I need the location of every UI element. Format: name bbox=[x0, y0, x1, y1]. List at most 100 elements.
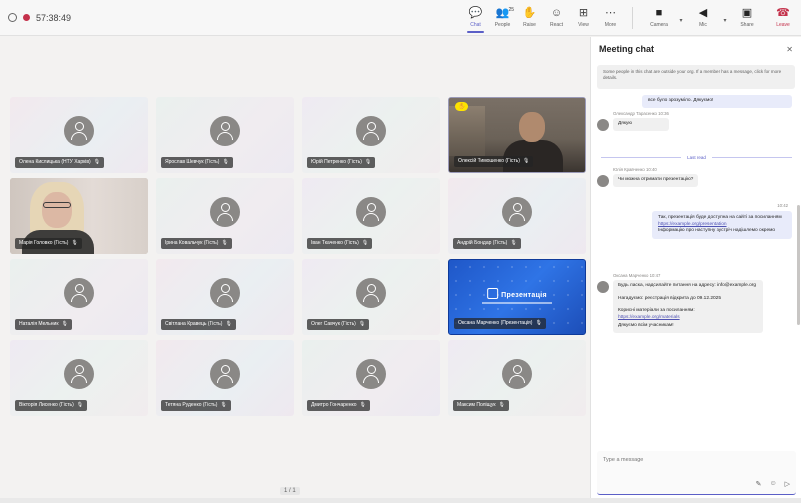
message-bubble: Чи можна отримати презентацію? bbox=[613, 174, 699, 187]
avatar bbox=[597, 175, 609, 187]
message-item: Оксана Марченко 10:47 Будь ласка, надсил… bbox=[597, 273, 763, 333]
meeting-info: 57:38:49 bbox=[0, 13, 450, 23]
mic-off-icon: 🎙 bbox=[361, 240, 369, 246]
grid-icon: ⊞ bbox=[578, 6, 589, 19]
avatar bbox=[597, 119, 609, 131]
mic-off-icon: 🎙 bbox=[498, 402, 505, 408]
raised-hand-icon: ✋ bbox=[455, 102, 469, 111]
avatar-icon bbox=[64, 278, 94, 308]
participant-tile[interactable]: Юрій Петренко (Гість) 🎙 bbox=[302, 97, 440, 173]
avatar-icon bbox=[356, 116, 386, 146]
message-item: Юлія Кравченко 10:40 Чи можна отримати п… bbox=[597, 167, 699, 187]
mic-off-icon: 🎙 bbox=[535, 320, 542, 326]
emoji-icon[interactable]: ☺ bbox=[769, 480, 776, 488]
mic-off-icon: 🎙 bbox=[61, 321, 68, 327]
mic-off-icon: 🎙 bbox=[510, 240, 517, 246]
avatar-icon bbox=[210, 278, 240, 308]
mic-off-icon: 🎙 bbox=[225, 321, 232, 327]
participant-tile[interactable]: Наталія Мельник 🎙 bbox=[10, 259, 148, 335]
view-button[interactable]: ⊞ View bbox=[570, 0, 597, 36]
participant-tile[interactable]: Максим Поліщук 🎙 bbox=[448, 340, 586, 416]
participant-tile[interactable]: Вікторія Лисенко (Гість) 🎙 bbox=[10, 340, 148, 416]
more-icon: ⋯ bbox=[605, 6, 616, 19]
chat-title: Meeting chat bbox=[599, 44, 655, 54]
participant-name: Тетяна Руденко (Гість) 🎙 bbox=[161, 400, 231, 411]
participant-name: Оксана Марченко (Презентація) 🎙 bbox=[454, 318, 546, 329]
page-indicator[interactable]: 1 / 1 bbox=[280, 487, 300, 495]
participant-name: Андрій Бондар (Гість) 🎙 bbox=[453, 238, 521, 249]
more-button[interactable]: ⋯ More bbox=[597, 0, 624, 36]
avatar-icon bbox=[356, 278, 386, 308]
avatar-icon bbox=[210, 359, 240, 389]
message-input[interactable] bbox=[597, 451, 796, 469]
meeting-chat-panel: Meeting chat ✕ Some people in this chat … bbox=[590, 37, 801, 503]
participant-name: Марія Головко (Гість) 🎙 bbox=[15, 238, 82, 249]
people-button[interactable]: 👥 25 People bbox=[489, 0, 516, 36]
message-bubble: Так, презентація буде доступна на сайті … bbox=[652, 211, 792, 239]
participant-name: Ярослав Шевчук (Гість) 🎙 bbox=[161, 157, 233, 168]
mic-off-icon: 🎙 bbox=[93, 159, 101, 165]
video-stage: Олена Кислицька (НТУ Харків) 🎙 Ярослав Ше… bbox=[0, 37, 590, 503]
avatar-icon bbox=[64, 116, 94, 146]
message-list[interactable]: все було зрозуміло. Дякуємо! Олександр Т… bbox=[591, 95, 801, 443]
participant-name: Олег Савчук (Гість) 🎙 bbox=[307, 319, 370, 330]
share-button[interactable]: ▣ Share bbox=[729, 0, 765, 36]
participant-name: Олексій Тимошенко (Гість) 🎙 bbox=[454, 156, 534, 167]
window-bottom-edge bbox=[0, 498, 801, 503]
compose-box: ✎ ☺ ▷ bbox=[597, 451, 796, 495]
participant-name: Наталія Мельник 🎙 bbox=[15, 319, 72, 330]
meeting-controls: 💬 Chat 👥 25 People ✋ Raise ☺ React ⊞ Vie… bbox=[450, 0, 801, 36]
participant-tile[interactable]: Світлана Кравець (Гість) 🎙 bbox=[156, 259, 294, 335]
chevron-down-icon[interactable]: ▾ bbox=[677, 17, 685, 24]
speaker-icon: ◀ bbox=[698, 6, 708, 19]
participant-tile[interactable]: Олена Кислицька (НТУ Харків) 🎙 bbox=[10, 97, 148, 173]
phone-icon: ☎ bbox=[776, 6, 790, 19]
mic-button[interactable]: ◀ Mic bbox=[685, 0, 721, 36]
chat-scrollbar[interactable] bbox=[797, 205, 800, 325]
participant-tile[interactable]: Дмитро Гончаренко 🎙 bbox=[302, 340, 440, 416]
mic-off-icon: 🎙 bbox=[522, 158, 530, 164]
participant-name: Олена Кислицька (НТУ Харків) 🎙 bbox=[15, 157, 105, 168]
avatar-icon bbox=[210, 116, 240, 146]
participant-tile[interactable]: Ірина Ковальчук (Гість) 🎙 bbox=[156, 178, 294, 254]
chat-icon: 💬 bbox=[468, 6, 483, 19]
participant-name: Світлана Кравець (Гість) 🎙 bbox=[161, 319, 236, 330]
raise-hand-button[interactable]: ✋ Raise bbox=[516, 0, 543, 36]
people-icon: 👥 bbox=[495, 6, 510, 19]
participant-tile[interactable]: Андрій Бондар (Гість) 🎙 bbox=[448, 178, 586, 254]
chevron-down-icon[interactable]: ▾ bbox=[721, 17, 729, 24]
send-icon[interactable]: ▷ bbox=[785, 480, 790, 488]
avatar-icon bbox=[356, 197, 386, 227]
participant-tile[interactable]: Олег Савчук (Гість) 🎙 bbox=[302, 259, 440, 335]
message-item: Олександр Тарасенко 10:36 Дякую bbox=[597, 111, 669, 131]
people-count-badge: 25 bbox=[508, 6, 514, 13]
leave-button[interactable]: ☎ Leave bbox=[765, 0, 801, 36]
participant-video-tile[interactable]: ✋ Олексій Тимошенко (Гість) 🎙 bbox=[448, 97, 586, 173]
hand-icon: ✋ bbox=[522, 6, 537, 19]
participant-video-tile[interactable]: Марія Головко (Гість) 🎙 bbox=[10, 178, 148, 254]
chat-button[interactable]: 💬 Chat bbox=[462, 0, 489, 36]
participant-name: Юрій Петренко (Гість) 🎙 bbox=[307, 157, 376, 168]
avatar bbox=[597, 281, 609, 293]
participant-name: Максим Поліщук 🎙 bbox=[453, 400, 509, 411]
close-icon[interactable]: ✕ bbox=[786, 45, 793, 54]
mic-off-icon: 🎙 bbox=[220, 402, 227, 408]
participant-name: Ірина Ковальчук (Гість) 🎙 bbox=[161, 238, 232, 249]
avatar-icon bbox=[502, 359, 532, 389]
mic-off-icon: 🎙 bbox=[71, 240, 78, 246]
meeting-toolbar: 57:38:49 💬 Chat 👥 25 People ✋ Raise ☺ Re… bbox=[0, 0, 801, 36]
external-notice: Some people in this chat are outside you… bbox=[597, 65, 795, 89]
format-icon[interactable]: ✎ bbox=[756, 480, 762, 488]
participant-tile[interactable]: Тетяна Руденко (Гість) 🎙 bbox=[156, 340, 294, 416]
camera-button[interactable]: ■ Camera bbox=[641, 0, 677, 36]
participant-tile[interactable]: Іван Ткаченко (Гість) 🎙 bbox=[302, 178, 440, 254]
info-icon[interactable] bbox=[8, 13, 17, 22]
toolbar-divider bbox=[632, 6, 633, 29]
react-button[interactable]: ☺ React bbox=[543, 0, 570, 36]
recording-icon bbox=[23, 14, 30, 21]
avatar-icon bbox=[64, 359, 94, 389]
message-link[interactable]: https://example.org/materials bbox=[618, 315, 758, 322]
screen-share-tile[interactable]: Презентація Оксана Марченко (Презентація… bbox=[448, 259, 586, 335]
mic-off-icon: 🎙 bbox=[221, 240, 228, 246]
participant-tile[interactable]: Ярослав Шевчук (Гість) 🎙 bbox=[156, 97, 294, 173]
